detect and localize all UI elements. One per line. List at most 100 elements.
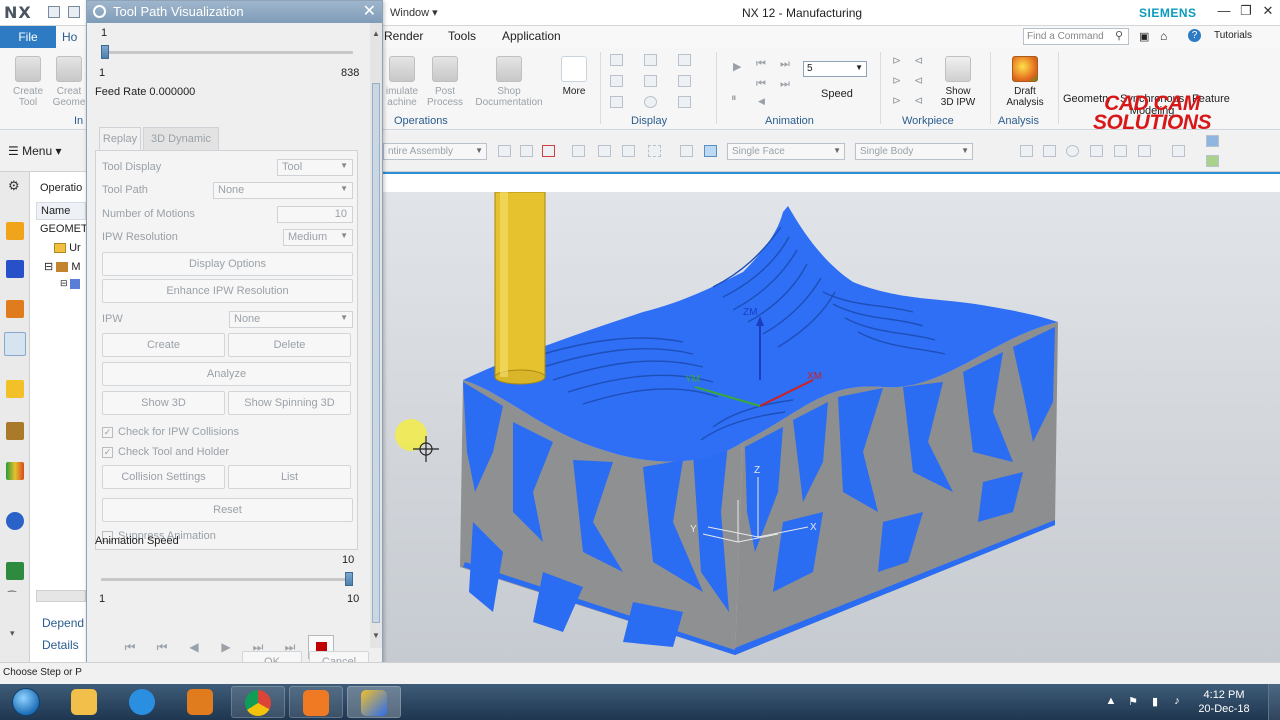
animation-speed-track[interactable] (101, 578, 353, 581)
tool-path-select[interactable]: None ▼ (213, 182, 353, 199)
play-reverse-icon[interactable]: ◀ (181, 635, 207, 659)
step-back-2-icon[interactable]: ⏮ (756, 78, 766, 91)
simulate-machine-button[interactable]: imulate achine (384, 56, 420, 108)
display-icon-2[interactable] (644, 54, 657, 66)
save-icon[interactable] (48, 6, 60, 18)
view-icon-7[interactable] (1172, 145, 1185, 157)
play-forward-icon[interactable]: ▶ (213, 635, 239, 659)
3d-part-scene[interactable]: ZM XM YM Z X Y (383, 192, 1280, 662)
start-button[interactable] (6, 686, 46, 718)
step-back-icon[interactable]: ⏮ (149, 635, 175, 659)
volume-icon[interactable]: ♪ (1170, 695, 1184, 709)
operation-navigator-icon[interactable] (4, 332, 26, 356)
workpiece-icon-6[interactable]: ⊲ (914, 94, 927, 107)
workpiece-icon-3[interactable]: ⊳ (892, 94, 905, 107)
navigator-column-name[interactable]: Name (36, 202, 86, 220)
view-icon-6[interactable] (1138, 145, 1151, 157)
taskbar-screen-recorder[interactable] (289, 686, 343, 718)
step-fwd-icon[interactable]: ⏭ (780, 58, 790, 71)
view-icon-4[interactable] (1090, 145, 1103, 157)
delete-button[interactable]: Delete (228, 333, 351, 357)
close-button[interactable]: ✕ (1258, 3, 1278, 19)
reset-button[interactable]: Reset (102, 498, 353, 522)
selection-icon-4[interactable] (572, 145, 585, 157)
selection-icon-3[interactable] (542, 145, 555, 157)
display-icon-4[interactable] (610, 75, 623, 87)
selection-icon-7[interactable] (648, 145, 661, 157)
window-menu[interactable]: Window ▾ (390, 6, 438, 19)
settings-icon[interactable]: ⚙ (8, 178, 20, 194)
tray-expand-icon[interactable]: ▲ (1104, 695, 1118, 709)
check-ipw-collisions-checkbox[interactable]: ✓ (102, 427, 113, 438)
display-icon-3[interactable] (678, 54, 691, 66)
display-icon-1[interactable] (610, 54, 623, 66)
ipw-resolution-select[interactable]: Medium ▼ (283, 229, 353, 246)
tree-item[interactable]: Ur (54, 242, 81, 254)
scroll-down-icon[interactable]: ▼ (370, 631, 382, 640)
rewind-icon[interactable]: ◀ (758, 96, 765, 107)
system-clock[interactable]: 4:12 PM 20-Dec-18 (1196, 688, 1252, 716)
step-fwd-2-icon[interactable]: ⏭ (780, 78, 790, 91)
machine-tool-navigator-icon[interactable] (6, 380, 24, 398)
collision-settings-button[interactable]: Collision Settings (102, 465, 225, 489)
tab-render[interactable]: Render (384, 29, 423, 43)
dialog-scroll-thumb[interactable] (372, 83, 380, 623)
analyze-button[interactable]: Analyze (102, 362, 351, 386)
display-icon-7[interactable] (610, 96, 623, 108)
tab-file[interactable]: File (0, 26, 56, 48)
reuse-library-icon[interactable] (6, 462, 24, 480)
settings-icon[interactable]: ▣ (1139, 30, 1149, 43)
draft-analysis-button[interactable]: Draft Analysis (1000, 56, 1050, 108)
assembly-navigator-icon[interactable] (6, 222, 24, 240)
home-icon[interactable]: ⌂ (1160, 29, 1167, 43)
list-button[interactable]: List (228, 465, 351, 489)
dialog-scrollbar[interactable]: ▲ ▼ (370, 23, 382, 648)
number-of-motions-input[interactable]: 10 (277, 206, 353, 223)
tree-item[interactable]: ⊟ (60, 278, 81, 289)
graphics-viewport[interactable]: ZM XM YM Z X Y ▣ (383, 192, 1280, 662)
view-icon-2[interactable] (1043, 145, 1056, 157)
tab-3d-dynamic[interactable]: 3D Dynamic (143, 127, 219, 151)
dialog-title-bar[interactable]: Tool Path Visualization ✕ (87, 1, 382, 23)
display-icon-5[interactable] (644, 75, 657, 87)
display-icon-9[interactable] (678, 96, 691, 108)
history-icon[interactable] (6, 562, 24, 580)
selection-icon-9[interactable] (704, 145, 717, 157)
play-icon[interactable]: ▶ (733, 60, 741, 73)
display-icon-6[interactable] (678, 75, 691, 87)
details-panel[interactable]: Details (42, 638, 79, 652)
scroll-up-icon[interactable]: ▲ (370, 29, 382, 38)
face-rule-select[interactable]: Single Face ▼ (727, 143, 845, 160)
taskbar-media-player[interactable] (174, 686, 228, 718)
motion-slider-track[interactable] (101, 51, 353, 54)
create-geometry-button[interactable]: Creat Geome (52, 56, 86, 108)
help-icon[interactable]: ? (1188, 29, 1201, 42)
taskbar-nx[interactable] (347, 686, 401, 718)
workpiece-icon-4[interactable]: ⊲ (914, 54, 927, 67)
assembly-filter-select[interactable]: ntire Assembly ▼ (383, 143, 487, 160)
web-browser-icon[interactable] (6, 512, 24, 530)
create-button[interactable]: Create (102, 333, 225, 357)
tab-tools[interactable]: Tools (448, 29, 476, 43)
ipw-select[interactable]: None ▼ (229, 311, 353, 328)
display-options-button[interactable]: Display Options (102, 252, 353, 276)
restore-button[interactable]: ❐ (1236, 3, 1256, 19)
tool-display-select[interactable]: Tool ▼ (277, 159, 353, 176)
tutorials-link[interactable]: Tutorials (1214, 30, 1252, 41)
navigator-h-scrollbar[interactable] (36, 590, 86, 602)
tab-replay[interactable]: Replay (99, 127, 141, 151)
taskbar-chrome[interactable] (231, 686, 285, 718)
workpiece-icon-1[interactable]: ⊳ (892, 54, 905, 67)
view-icon-3[interactable] (1066, 145, 1079, 157)
more-button[interactable]: More (556, 56, 592, 97)
selection-icon-6[interactable] (622, 145, 635, 157)
search-icon[interactable]: ⚲ (1115, 29, 1123, 42)
animation-speed-thumb[interactable] (345, 572, 353, 586)
taskbar-explorer[interactable] (58, 686, 112, 718)
selection-icon-2[interactable] (520, 145, 533, 157)
tree-item[interactable]: ⊟ M (44, 260, 81, 273)
rewind-to-start-icon[interactable]: ⏮ (117, 635, 143, 659)
enhance-ipw-resolution-button[interactable]: Enhance IPW Resolution (102, 279, 353, 303)
undo-icon[interactable] (68, 6, 80, 18)
command-finder-input[interactable]: Find a Command (1023, 28, 1129, 45)
